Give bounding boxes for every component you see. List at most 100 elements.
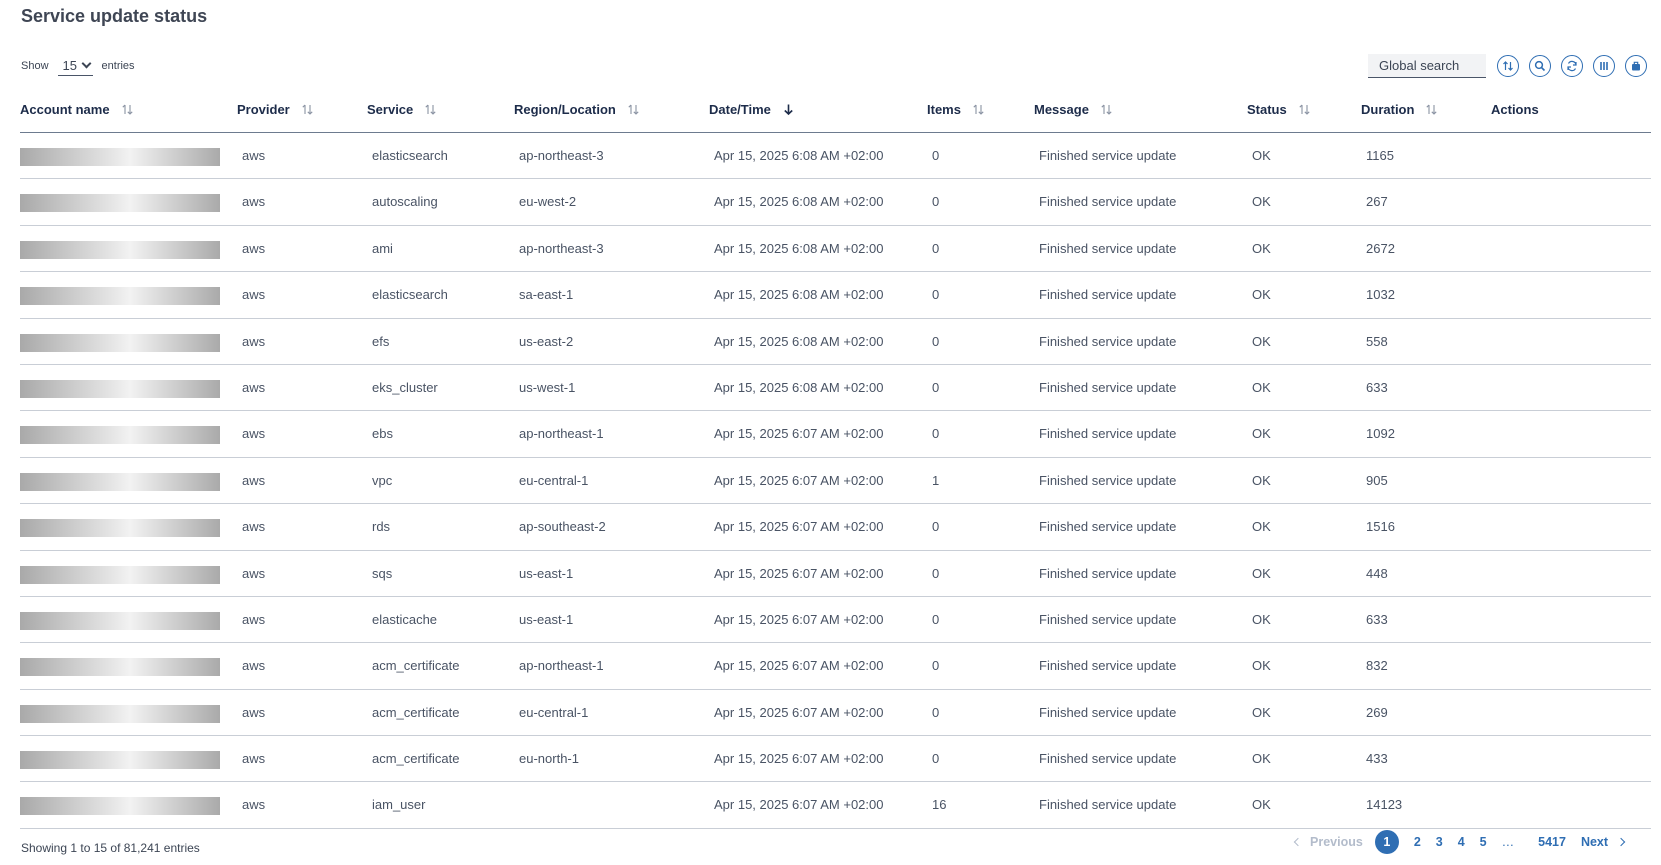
page-button-2[interactable]: 2: [1414, 835, 1421, 849]
table-row[interactable]: aws elasticache us-east-1 Apr 15, 2025 6:07…: [20, 597, 1651, 644]
cell-provider: aws: [242, 379, 266, 395]
cell-datetime: Apr 15, 2025 6:07 AM +02:00: [714, 426, 884, 442]
cell-datetime: Apr 15, 2025 6:07 AM +02:00: [714, 704, 884, 720]
sort-icon: [425, 104, 436, 115]
next-page-button[interactable]: Next: [1581, 835, 1626, 849]
column-header-region[interactable]: Region/Location: [514, 102, 640, 117]
column-header-account-name[interactable]: Account name: [20, 102, 134, 117]
cell-items: 0: [932, 658, 940, 674]
cell-datetime: Apr 15, 2025 6:08 AM +02:00: [714, 148, 884, 163]
page-button-3[interactable]: 3: [1436, 835, 1443, 849]
table-row[interactable]: aws acm_certificate ap-northeast-1 Apr 15, …: [20, 643, 1651, 690]
search-button[interactable]: [1529, 55, 1551, 77]
cell-message: Finished service update: [1039, 611, 1177, 627]
table-row[interactable]: aws elasticsearch sa-east-1 Apr 15, 2025 6:…: [20, 272, 1651, 319]
cell-message: Finished service update: [1039, 333, 1177, 349]
cell-duration: 1032: [1366, 287, 1395, 303]
cell-status: OK: [1252, 565, 1271, 581]
table-row[interactable]: aws acm_certificate eu-central-1 Apr 15, 20…: [20, 690, 1651, 737]
sort-icon: [973, 104, 984, 115]
cell-status: OK: [1252, 472, 1271, 488]
redacted-account-name: [20, 333, 220, 352]
cell-service: vpc: [372, 472, 393, 488]
column-header-datetime[interactable]: Date/Time: [709, 102, 795, 117]
export-button[interactable]: [1625, 55, 1647, 77]
cell-datetime: Apr 15, 2025 6:07 AM +02:00: [714, 797, 884, 813]
table-body: aws elasticsearch ap-northeast-3 Apr 15, 20…: [20, 133, 1651, 829]
table-row[interactable]: aws vpc eu-central-1 Apr 15, 2025 6:07 AM +…: [20, 458, 1651, 505]
previous-page-button[interactable]: Previous: [1293, 835, 1363, 849]
sort-icon: [628, 104, 639, 115]
cell-datetime: Apr 15, 2025 6:08 AM +02:00: [714, 333, 884, 349]
cell-service: acm_certificate: [372, 658, 460, 674]
refresh-icon: [1567, 60, 1577, 72]
cell-datetime: Apr 15, 2025 6:07 AM +02:00: [714, 658, 884, 674]
sort-desc-icon: [784, 104, 793, 116]
redacted-account-name: [20, 611, 220, 630]
cell-duration: 14123: [1366, 797, 1403, 813]
cell-provider: aws: [242, 751, 266, 767]
table-row[interactable]: aws iam_user Apr 15, 2025 6:07 AM +02:00 16…: [20, 782, 1651, 829]
table-row[interactable]: aws ami ap-northeast-3 Apr 15, 2025 6:08 AM…: [20, 226, 1651, 273]
entries-per-page-select[interactable]: 15: [57, 56, 93, 76]
table-row[interactable]: aws sqs us-east-1 Apr 15, 2025 6:07 AM +02:…: [20, 551, 1651, 597]
column-header-message[interactable]: Message: [1034, 102, 1113, 117]
cell-message: Finished service update: [1039, 704, 1177, 720]
table-row[interactable]: aws ebs ap-northeast-1 Apr 15, 2025 6:07 AM…: [20, 411, 1651, 458]
columns-button[interactable]: [1593, 55, 1615, 77]
table-row[interactable]: aws rds ap-southeast-2 Apr 15, 2025 6:07 AM…: [20, 504, 1651, 551]
column-header-status[interactable]: Status: [1247, 102, 1311, 117]
redacted-account-name: [20, 519, 220, 538]
cell-duration: 448: [1366, 565, 1388, 581]
page-button-5[interactable]: 5: [1480, 835, 1487, 849]
cell-region: eu-north-1: [519, 751, 579, 767]
cell-service: acm_certificate: [372, 704, 460, 720]
cell-service: acm_certificate: [372, 751, 460, 767]
cell-items: 0: [932, 148, 940, 163]
global-search-input[interactable]: [1368, 54, 1486, 78]
table-row[interactable]: aws autoscaling eu-west-2 Apr 15, 2025 6:08…: [20, 179, 1651, 226]
cell-message: Finished service update: [1039, 148, 1177, 163]
cell-region: eu-central-1: [519, 704, 589, 720]
cell-items: 1: [932, 472, 940, 488]
table-row[interactable]: aws acm_certificate eu-north-1 Apr 15, 2025…: [20, 736, 1651, 783]
cell-status: OK: [1252, 658, 1271, 674]
column-header-items[interactable]: Items: [927, 102, 985, 117]
cell-provider: aws: [242, 519, 266, 535]
cell-region: us-east-1: [519, 611, 574, 627]
table-row[interactable]: aws elasticsearch ap-northeast-3 Apr 15, 20…: [20, 133, 1651, 180]
cell-provider: aws: [242, 148, 266, 163]
cell-datetime: Apr 15, 2025 6:08 AM +02:00: [714, 287, 884, 303]
cell-service: ami: [372, 240, 393, 256]
cell-status: OK: [1252, 426, 1271, 442]
page-button-1[interactable]: 1: [1374, 830, 1399, 854]
cell-region: eu-west-2: [519, 194, 577, 210]
column-header-duration[interactable]: Duration: [1361, 102, 1438, 117]
cell-items: 16: [932, 797, 947, 813]
refresh-button[interactable]: [1561, 55, 1583, 77]
cell-region: us-west-1: [519, 379, 576, 395]
cell-items: 0: [932, 426, 940, 442]
sort-reset-button[interactable]: [1497, 55, 1519, 77]
cell-message: Finished service update: [1039, 565, 1177, 581]
table-row[interactable]: aws efs us-east-2 Apr 15, 2025 6:08 AM +02:…: [20, 319, 1651, 365]
page-button-4[interactable]: 4: [1458, 835, 1465, 849]
cell-items: 0: [932, 565, 940, 581]
cell-message: Finished service update: [1039, 426, 1177, 442]
page-button-last[interactable]: 5417: [1538, 835, 1566, 849]
column-header-provider[interactable]: Provider: [237, 102, 314, 117]
cell-message: Finished service update: [1039, 194, 1177, 210]
cell-duration: 633: [1366, 379, 1388, 395]
chevron-left-icon: [1293, 837, 1303, 847]
cell-provider: aws: [242, 472, 266, 488]
redacted-account-name: [20, 797, 220, 816]
cell-message: Finished service update: [1039, 240, 1177, 256]
column-header-service[interactable]: Service: [367, 102, 437, 117]
sort-reset-icon: [1503, 61, 1513, 71]
table-row[interactable]: aws eks_cluster us-west-1 Apr 15, 2025 6:08…: [20, 365, 1651, 412]
cell-items: 0: [932, 751, 940, 767]
cell-items: 0: [932, 519, 940, 535]
cell-provider: aws: [242, 658, 266, 674]
cell-provider: aws: [242, 333, 266, 349]
page-title: Service update status: [21, 6, 208, 26]
